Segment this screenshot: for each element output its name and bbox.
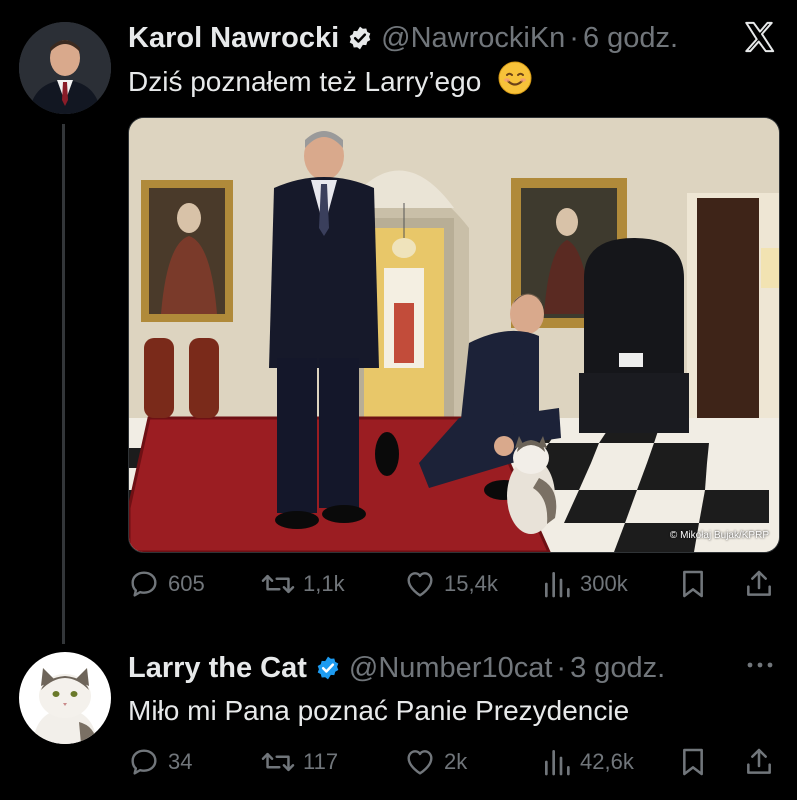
views-button[interactable]: 300k bbox=[542, 564, 628, 604]
verified-badge-icon bbox=[317, 656, 339, 680]
repost-icon bbox=[261, 574, 295, 594]
like-count: 2k bbox=[444, 749, 468, 774]
repost-button[interactable]: 117 bbox=[261, 742, 338, 782]
reply-button[interactable]: 34 bbox=[128, 742, 192, 782]
repost-icon bbox=[261, 752, 295, 772]
smiling-face-icon bbox=[498, 61, 532, 95]
smiling-face-emoji bbox=[497, 60, 533, 107]
bookmark-button[interactable] bbox=[678, 564, 708, 604]
views-count: 42,6k bbox=[580, 749, 634, 774]
reply-count: 605 bbox=[168, 571, 205, 596]
share-icon bbox=[747, 570, 771, 596]
photo-credit: © Mikołaj Bujak/KPRP bbox=[670, 530, 769, 541]
tweet-photo[interactable]: © Mikołaj Bujak/KPRP bbox=[128, 117, 780, 553]
author-handle[interactable]: @Number10cat bbox=[349, 652, 553, 685]
bookmark-button[interactable] bbox=[678, 742, 708, 782]
reply-button[interactable]: 605 bbox=[128, 564, 205, 604]
author-handle[interactable]: @NawrockiKn bbox=[381, 22, 565, 55]
separator-dot: · bbox=[569, 21, 579, 54]
views-button[interactable]: 42,6k bbox=[542, 742, 634, 782]
tweet-body: Dziś poznałem też Larry’ego bbox=[128, 65, 482, 97]
separator-dot: · bbox=[556, 651, 567, 684]
repost-count: 1,1k bbox=[303, 571, 345, 596]
like-button[interactable]: 15,4k bbox=[404, 564, 498, 604]
repost-count: 117 bbox=[303, 749, 339, 774]
tweet2-action-bar: 34 117 2k 42,6k bbox=[128, 742, 778, 782]
like-icon bbox=[407, 750, 433, 775]
tweet1-text: Dziś poznałem też Larry’ego bbox=[128, 60, 533, 107]
views-icon bbox=[545, 750, 570, 776]
timestamp[interactable]: 3 godz. bbox=[570, 652, 665, 685]
views-count: 300k bbox=[580, 571, 628, 596]
tweet1-header: Karol Nawrocki @NawrockiKn · 6 godz. bbox=[128, 18, 678, 58]
tweet1-action-bar: 605 1,1k 15,4k 300k bbox=[128, 564, 778, 604]
bookmark-icon bbox=[683, 748, 703, 776]
tweet2-header: Larry the Cat @Number10cat · 3 godz. bbox=[128, 648, 665, 688]
share-button[interactable] bbox=[744, 564, 774, 604]
avatar-karol-nawrocki[interactable] bbox=[19, 22, 111, 114]
thread-connector-line bbox=[62, 124, 65, 644]
repost-button[interactable]: 1,1k bbox=[261, 564, 345, 604]
views-icon bbox=[545, 572, 570, 598]
reply-count: 34 bbox=[168, 749, 193, 774]
like-count: 15,4k bbox=[444, 571, 498, 596]
share-icon bbox=[747, 748, 771, 774]
bookmark-icon bbox=[683, 570, 703, 598]
verified-badge-icon bbox=[349, 26, 371, 50]
avatar-larry-the-cat[interactable] bbox=[19, 652, 111, 744]
author-name[interactable]: Karol Nawrocki bbox=[128, 22, 339, 55]
reply-icon bbox=[131, 749, 157, 775]
reply-icon bbox=[131, 571, 157, 597]
more-icon[interactable] bbox=[746, 658, 774, 672]
timestamp[interactable]: 6 godz. bbox=[583, 22, 678, 55]
x-logo-icon[interactable] bbox=[742, 20, 776, 54]
share-button[interactable] bbox=[744, 742, 774, 782]
author-name[interactable]: Larry the Cat bbox=[128, 652, 307, 685]
like-button[interactable]: 2k bbox=[404, 742, 467, 782]
tweet2-text: Miło mi Pana poznać Panie Prezydencie bbox=[128, 695, 630, 726]
like-icon bbox=[407, 572, 433, 597]
